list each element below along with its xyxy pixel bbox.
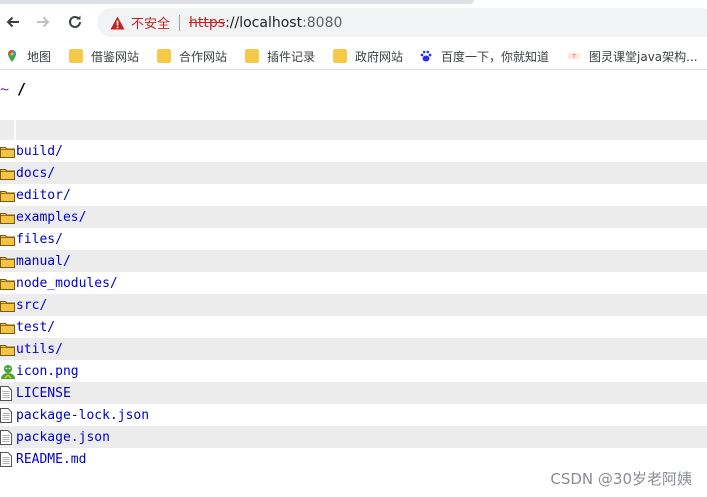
file-link[interactable]: icon.png bbox=[16, 364, 79, 379]
file-icon bbox=[0, 385, 16, 401]
bookmark-label: 地图 bbox=[27, 49, 52, 64]
tab-strip-edge bbox=[0, 0, 474, 4]
file-icon bbox=[0, 451, 16, 467]
file-link[interactable]: src/ bbox=[16, 298, 47, 313]
file-link[interactable]: examples/ bbox=[16, 210, 86, 225]
list-item[interactable]: build/ bbox=[0, 140, 707, 162]
bookmark-folder-plugin-notes[interactable]: 插件记录 bbox=[245, 47, 315, 65]
list-item[interactable]: package-lock.json bbox=[0, 404, 707, 426]
url-host: ://localhost bbox=[225, 14, 303, 31]
list-item[interactable]: docs/ bbox=[0, 162, 707, 184]
folder-icon bbox=[0, 231, 16, 247]
list-item[interactable]: package.json bbox=[0, 426, 707, 448]
reload-button[interactable] bbox=[64, 11, 86, 33]
folder-icon bbox=[69, 49, 83, 63]
file-link[interactable]: package-lock.json bbox=[16, 408, 149, 423]
file-link[interactable]: LICENSE bbox=[16, 386, 71, 401]
folder-icon bbox=[0, 165, 16, 181]
folder-icon bbox=[245, 49, 259, 63]
folder-icon bbox=[0, 275, 16, 291]
listing-header bbox=[0, 120, 707, 140]
bookmark-label: 合作网站 bbox=[179, 49, 228, 64]
url-port: :8080 bbox=[302, 14, 343, 31]
bookmark-baidu[interactable]: 百度一下，你就知道 bbox=[419, 47, 549, 65]
bookmark-folder-reference-sites[interactable]: 借鉴网站 bbox=[69, 47, 139, 65]
file-listing: build/docs/editor/examples/files/manual/… bbox=[0, 120, 707, 470]
url-scheme: https bbox=[189, 14, 226, 31]
bookmark-folder-gov-sites[interactable]: 政府网站 bbox=[333, 47, 403, 65]
list-item[interactable]: files/ bbox=[0, 228, 707, 250]
page-title: ~ / bbox=[0, 80, 26, 98]
current-path: / bbox=[17, 80, 27, 98]
url-text[interactable]: https://localhost:8080 bbox=[189, 15, 342, 31]
image-icon bbox=[0, 363, 16, 379]
list-item[interactable]: test/ bbox=[0, 316, 707, 338]
header-cell bbox=[0, 120, 16, 140]
forward-button[interactable] bbox=[32, 11, 54, 33]
watermark: CSDN @30岁老阿姨 bbox=[550, 470, 692, 488]
file-link[interactable]: files/ bbox=[16, 232, 63, 247]
list-item[interactable]: icon.png bbox=[0, 360, 707, 382]
file-link[interactable]: node_modules/ bbox=[16, 276, 118, 291]
reload-icon bbox=[69, 15, 81, 28]
folder-icon bbox=[0, 187, 16, 203]
folder-icon bbox=[157, 49, 171, 63]
bookmark-label: 百度一下，你就知道 bbox=[441, 49, 550, 64]
list-item[interactable]: src/ bbox=[0, 294, 707, 316]
bookmarks-bar: 地图 借鉴网站 合作网站 插件记录 政府网站 百度一下，你就知道 T 图灵课堂j… bbox=[0, 42, 707, 70]
file-link[interactable]: manual/ bbox=[16, 254, 71, 269]
warning-icon[interactable] bbox=[109, 15, 125, 31]
tuling-icon: T bbox=[567, 49, 581, 63]
security-status-label[interactable]: 不安全 bbox=[131, 13, 170, 32]
back-button[interactable] bbox=[2, 11, 24, 33]
bookmark-label: 借鉴网站 bbox=[91, 49, 140, 64]
bookmark-maps[interactable]: 地图 bbox=[5, 47, 51, 65]
home-tilde: ~ bbox=[0, 80, 10, 98]
bookmark-folder-partner-sites[interactable]: 合作网站 bbox=[157, 47, 227, 65]
folder-icon bbox=[0, 253, 16, 269]
arrow-left-icon bbox=[6, 16, 19, 28]
folder-icon bbox=[0, 297, 16, 313]
file-link[interactable]: README.md bbox=[16, 452, 86, 467]
maps-icon bbox=[5, 49, 19, 63]
list-item[interactable]: node_modules/ bbox=[0, 272, 707, 294]
list-item[interactable]: LICENSE bbox=[0, 382, 707, 404]
folder-icon bbox=[0, 143, 16, 159]
address-bar[interactable]: 不安全 https://localhost:8080 bbox=[97, 8, 707, 37]
arrow-right-icon bbox=[37, 16, 50, 28]
file-icon bbox=[0, 429, 16, 445]
file-link[interactable]: package.json bbox=[16, 430, 110, 445]
list-item[interactable]: examples/ bbox=[0, 206, 707, 228]
bookmark-label: 图灵课堂java架构... bbox=[589, 49, 698, 64]
browser-toolbar: 不安全 https://localhost:8080 bbox=[0, 0, 707, 42]
folder-icon bbox=[0, 209, 16, 225]
bookmark-label: 政府网站 bbox=[355, 49, 404, 64]
file-link[interactable]: docs/ bbox=[16, 166, 55, 181]
list-item[interactable]: editor/ bbox=[0, 184, 707, 206]
file-link[interactable]: editor/ bbox=[16, 188, 71, 203]
folder-icon bbox=[0, 319, 16, 335]
folder-icon bbox=[0, 341, 16, 357]
list-item[interactable]: utils/ bbox=[0, 338, 707, 360]
bookmark-label: 插件记录 bbox=[267, 49, 316, 64]
bookmark-tuling[interactable]: T 图灵课堂java架构... bbox=[567, 47, 698, 65]
file-icon bbox=[0, 407, 16, 423]
page-content: ~ / build/docs/editor/examples/files/manu… bbox=[0, 70, 707, 497]
file-link[interactable]: build/ bbox=[16, 144, 63, 159]
list-item[interactable]: manual/ bbox=[0, 250, 707, 272]
file-link[interactable]: utils/ bbox=[16, 342, 63, 357]
list-item[interactable]: README.md bbox=[0, 448, 707, 470]
folder-icon bbox=[333, 49, 347, 63]
baidu-icon bbox=[419, 49, 433, 63]
separator bbox=[179, 14, 181, 31]
file-link[interactable]: test/ bbox=[16, 320, 55, 335]
